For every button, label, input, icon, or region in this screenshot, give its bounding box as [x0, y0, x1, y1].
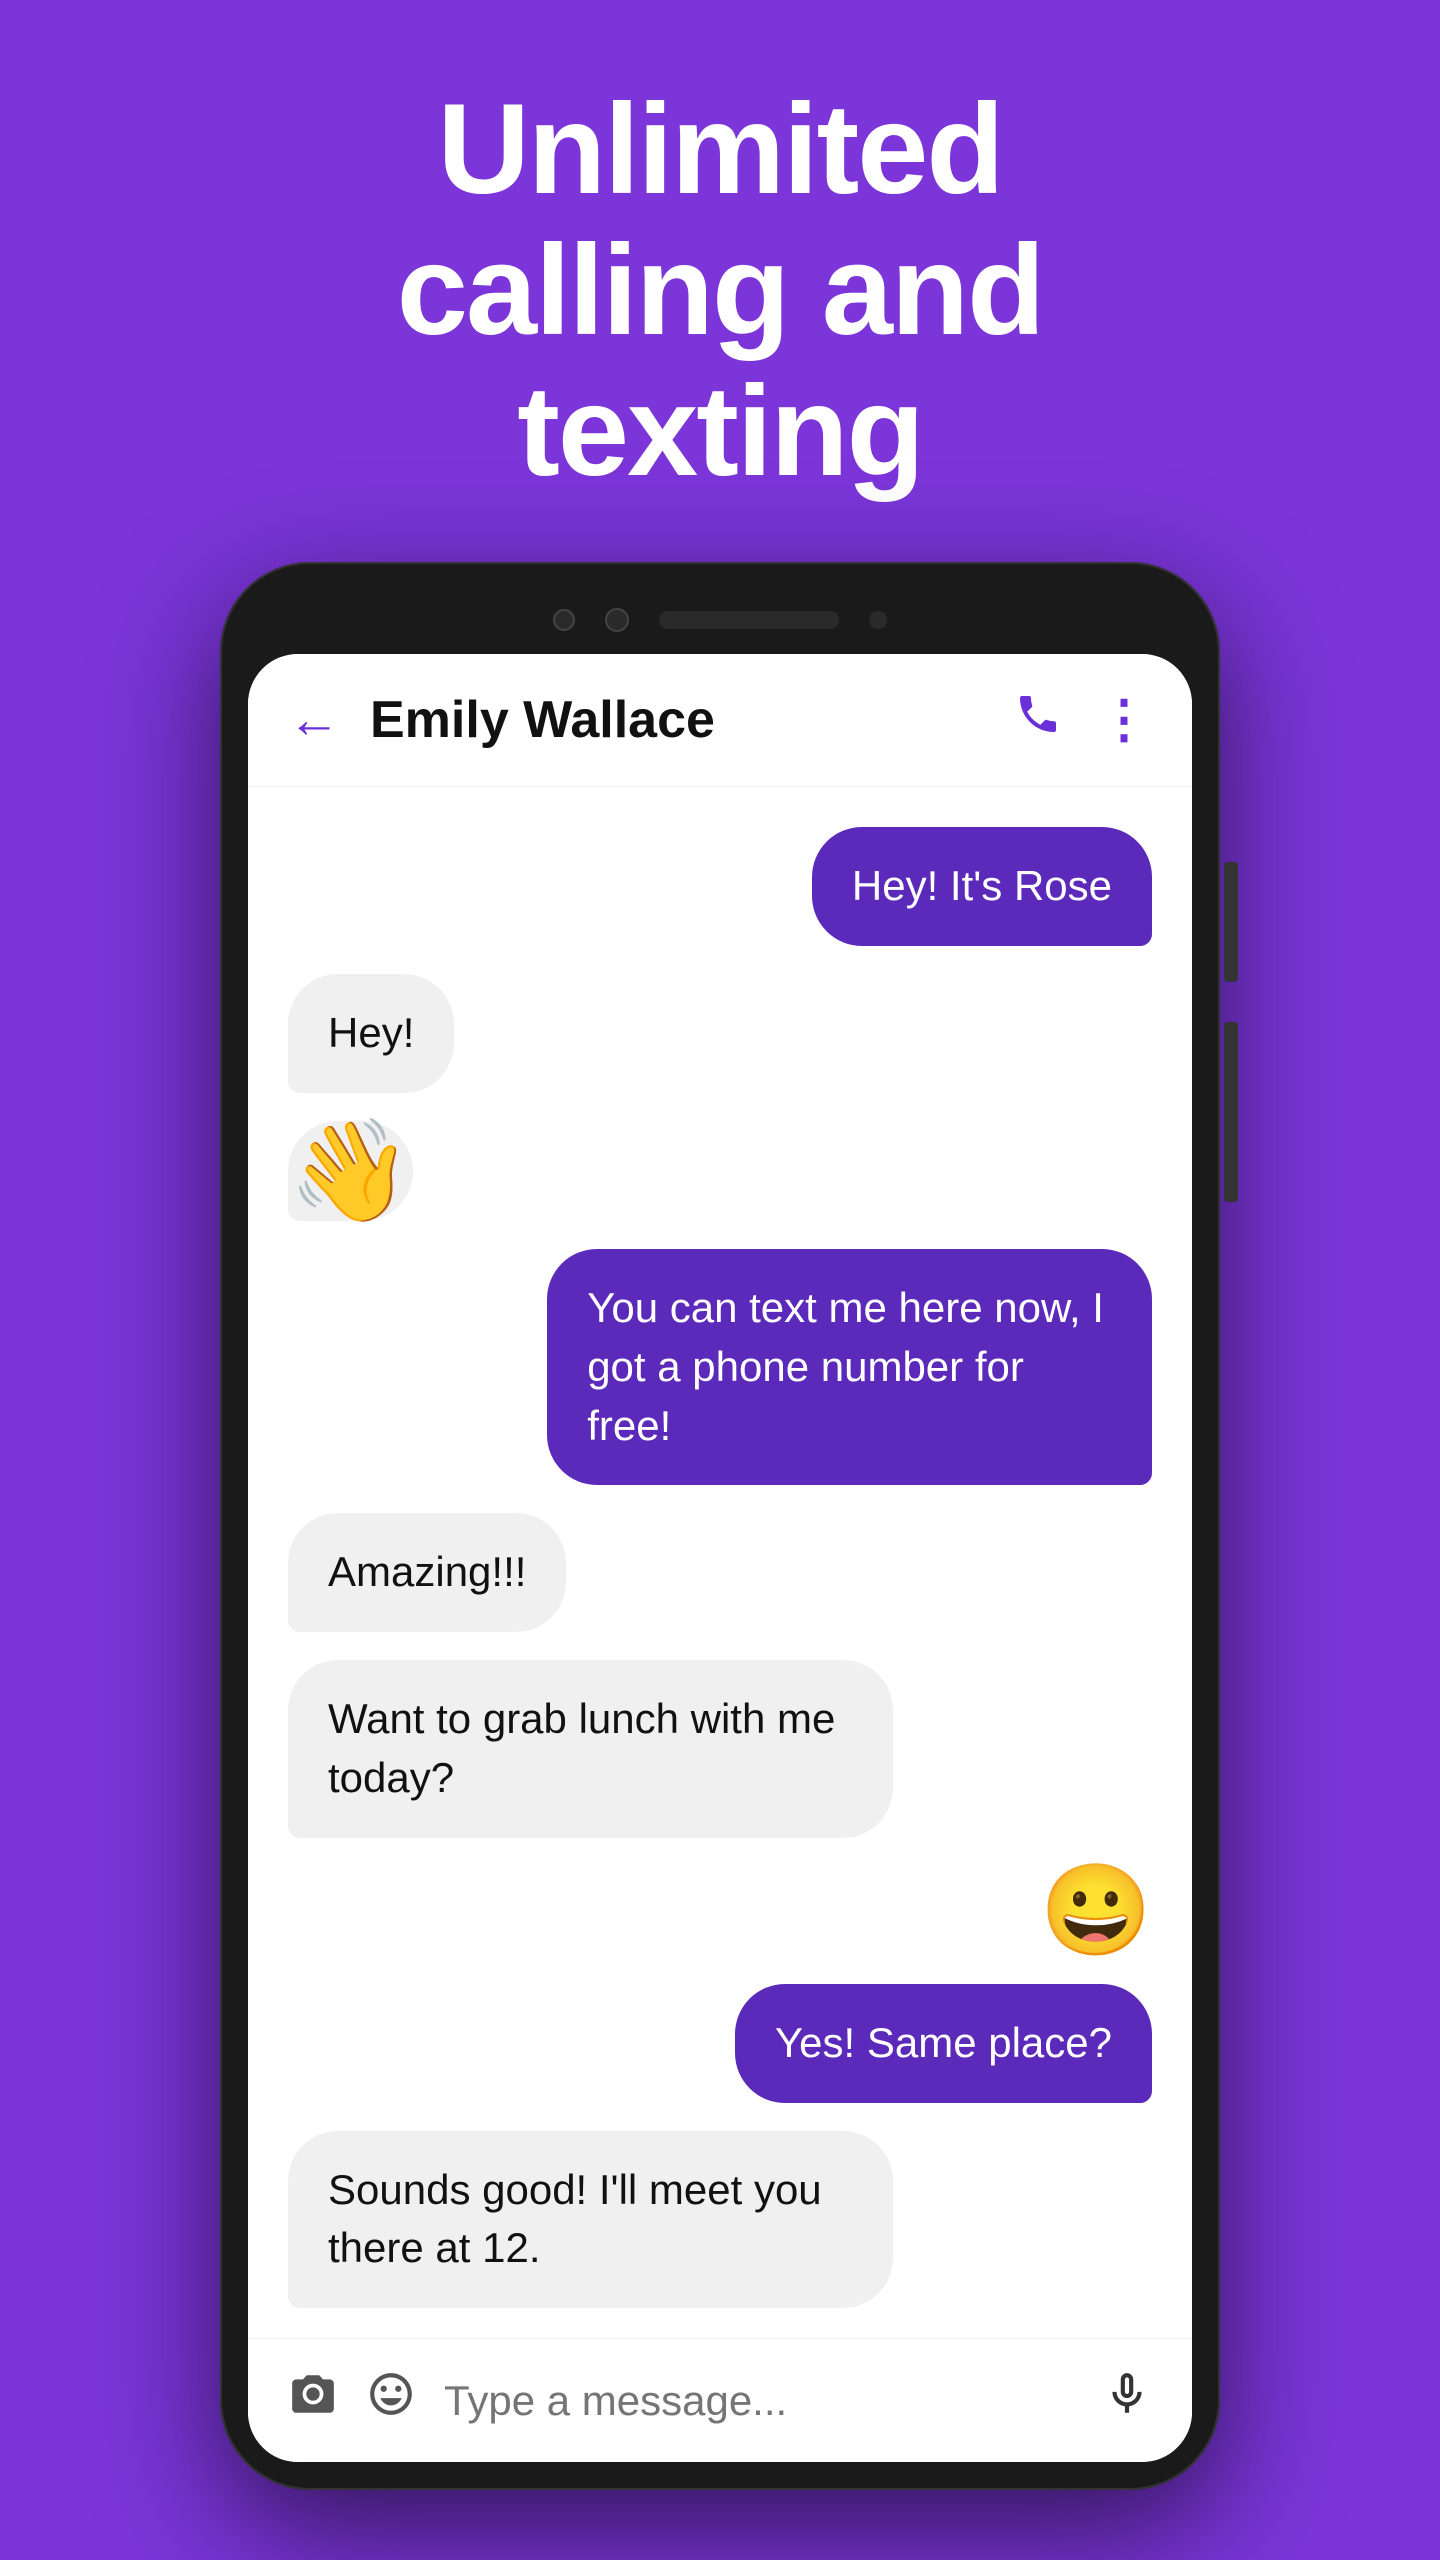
hero-text: Unlimited calling and texting — [297, 0, 1144, 562]
message-row: Amazing!!! — [288, 1513, 1152, 1632]
emoji-icon[interactable] — [366, 2369, 416, 2432]
message-bubble: Amazing!!! — [288, 1513, 566, 1632]
message-bubble: You can text me here now, I got a phone … — [547, 1249, 1152, 1485]
message-bubble-emoji: 😀 — [1040, 1866, 1152, 1956]
mic-icon[interactable] — [1102, 2369, 1152, 2432]
message-input[interactable] — [444, 2377, 1074, 2425]
message-row: Want to grab lunch with me today? — [288, 1660, 1152, 1838]
message-row: 😀 — [288, 1866, 1152, 1956]
message-row: Sounds good! I'll meet you there at 12. — [288, 2131, 1152, 2309]
hero-line2: calling and — [397, 219, 1044, 362]
call-button[interactable] — [1014, 690, 1062, 750]
message-row: You can text me here now, I got a phone … — [288, 1249, 1152, 1485]
contact-name: Emily Wallace — [370, 690, 1014, 750]
message-row: Yes! Same place? — [288, 1984, 1152, 2103]
side-button-2 — [1224, 1022, 1238, 1202]
messages-area: Hey! It's Rose Hey! 👋 You can text me he… — [248, 787, 1192, 2338]
message-row: Hey! — [288, 974, 1152, 1093]
hero-line1: Unlimited — [437, 78, 1002, 221]
phone-device: ← Emily Wallace ⋮ Hey! It's Rose — [220, 562, 1220, 2490]
input-bar — [248, 2338, 1192, 2462]
more-options-button[interactable]: ⋮ — [1098, 690, 1152, 750]
message-bubble: Hey! — [288, 974, 454, 1093]
phone-screen: ← Emily Wallace ⋮ Hey! It's Rose — [248, 654, 1192, 2462]
phone-speaker — [659, 611, 839, 629]
camera-right — [605, 608, 629, 632]
sensor-dot — [869, 611, 887, 629]
message-bubble: Sounds good! I'll meet you there at 12. — [288, 2131, 893, 2309]
message-bubble: Want to grab lunch with me today? — [288, 1660, 893, 1838]
message-bubble-emoji: 👋 — [288, 1121, 413, 1221]
header-icons: ⋮ — [1014, 690, 1152, 750]
back-button[interactable]: ← — [288, 690, 340, 750]
side-button-1 — [1224, 862, 1238, 982]
chat-header: ← Emily Wallace ⋮ — [248, 654, 1192, 787]
phone-top-bar — [248, 590, 1192, 654]
message-bubble: Hey! It's Rose — [812, 827, 1152, 946]
phone-mockup: ← Emily Wallace ⋮ Hey! It's Rose — [170, 562, 1270, 2560]
message-row: Hey! It's Rose — [288, 827, 1152, 946]
message-bubble: Yes! Same place? — [735, 1984, 1152, 2103]
hero-line3: texting — [517, 360, 923, 503]
camera-left — [553, 609, 575, 631]
camera-icon[interactable] — [288, 2369, 338, 2432]
message-row: 👋 — [288, 1121, 1152, 1221]
